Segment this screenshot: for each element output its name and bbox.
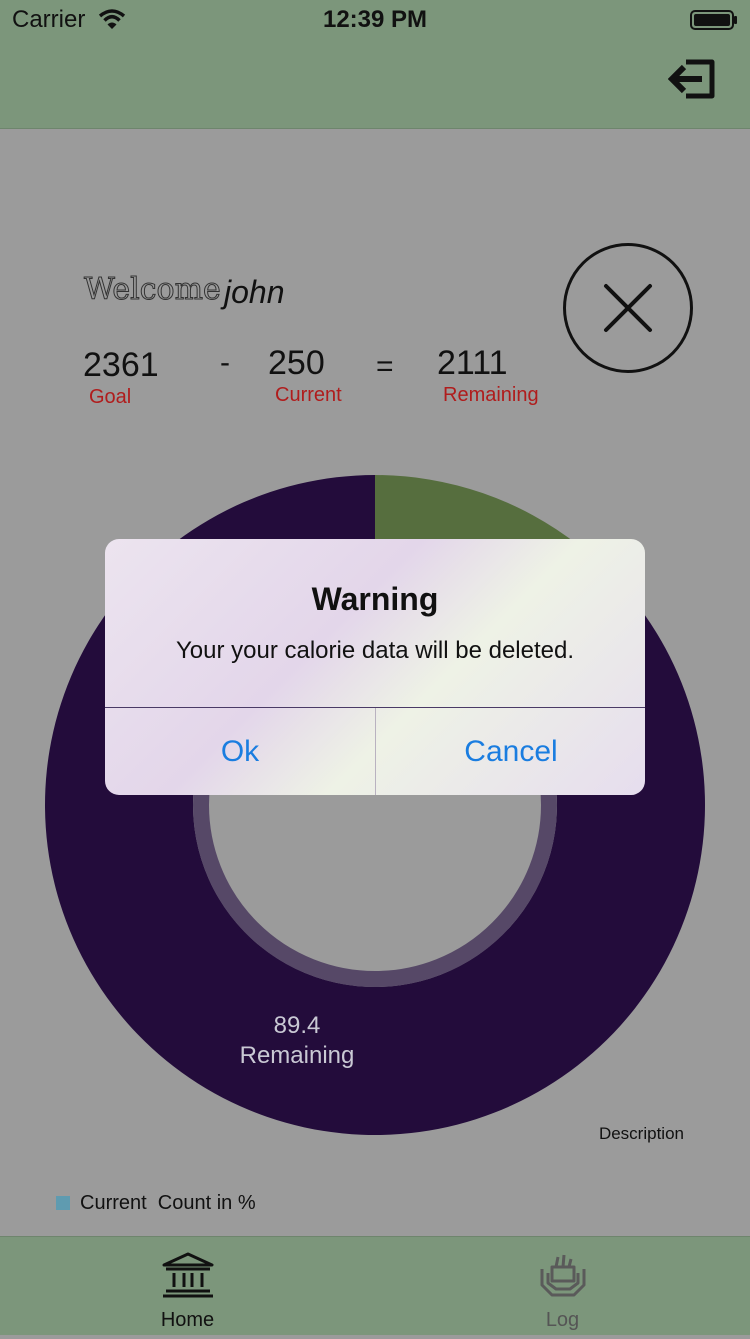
tab-bar: Home Log: [0, 1236, 750, 1335]
ok-button[interactable]: Ok: [105, 708, 375, 795]
navigation-header: Carrier 12:39 PM: [0, 0, 750, 129]
logout-icon[interactable]: [668, 58, 718, 100]
goal-value: 2361: [83, 346, 159, 384]
food-basket-icon: [540, 1254, 585, 1297]
tab-log-label: Log: [545, 1309, 580, 1331]
alert-title: Warning: [311, 581, 439, 617]
minus-sign: -: [220, 346, 230, 379]
current-label: Current: [275, 384, 342, 406]
tab-home[interactable]: Home: [0, 1237, 375, 1335]
status-time: 12:39 PM: [322, 6, 428, 33]
chart-description: Description: [598, 1124, 684, 1143]
legend-swatch: [56, 1196, 70, 1210]
legend-label: Current Count in %: [80, 1192, 256, 1214]
slice-label-name: Remaining: [239, 1042, 355, 1069]
bank-icon: [162, 1252, 213, 1298]
remaining-value: 2111: [437, 344, 508, 382]
alert-message: Your your calorie data will be deleted.: [175, 637, 575, 664]
equals-sign: =: [376, 350, 394, 383]
welcome-label: Welcome: [84, 272, 222, 308]
close-circle-icon[interactable]: [563, 243, 693, 373]
current-value: 250: [268, 344, 325, 382]
tab-home-label: Home: [160, 1309, 215, 1331]
tab-log[interactable]: Log: [375, 1237, 750, 1335]
battery-icon: [690, 10, 737, 30]
slice-label-value: 89.4: [273, 1012, 321, 1039]
status-bar: Carrier 12:39 PM: [0, 0, 750, 40]
cancel-button[interactable]: Cancel: [376, 708, 645, 795]
remaining-label: Remaining: [443, 384, 539, 406]
goal-label: Goal: [89, 386, 132, 408]
username-label: john: [224, 274, 285, 310]
warning-alert: Warning Your your calorie data will be d…: [105, 539, 645, 795]
chart-legend: Current Count in %: [56, 1192, 256, 1215]
